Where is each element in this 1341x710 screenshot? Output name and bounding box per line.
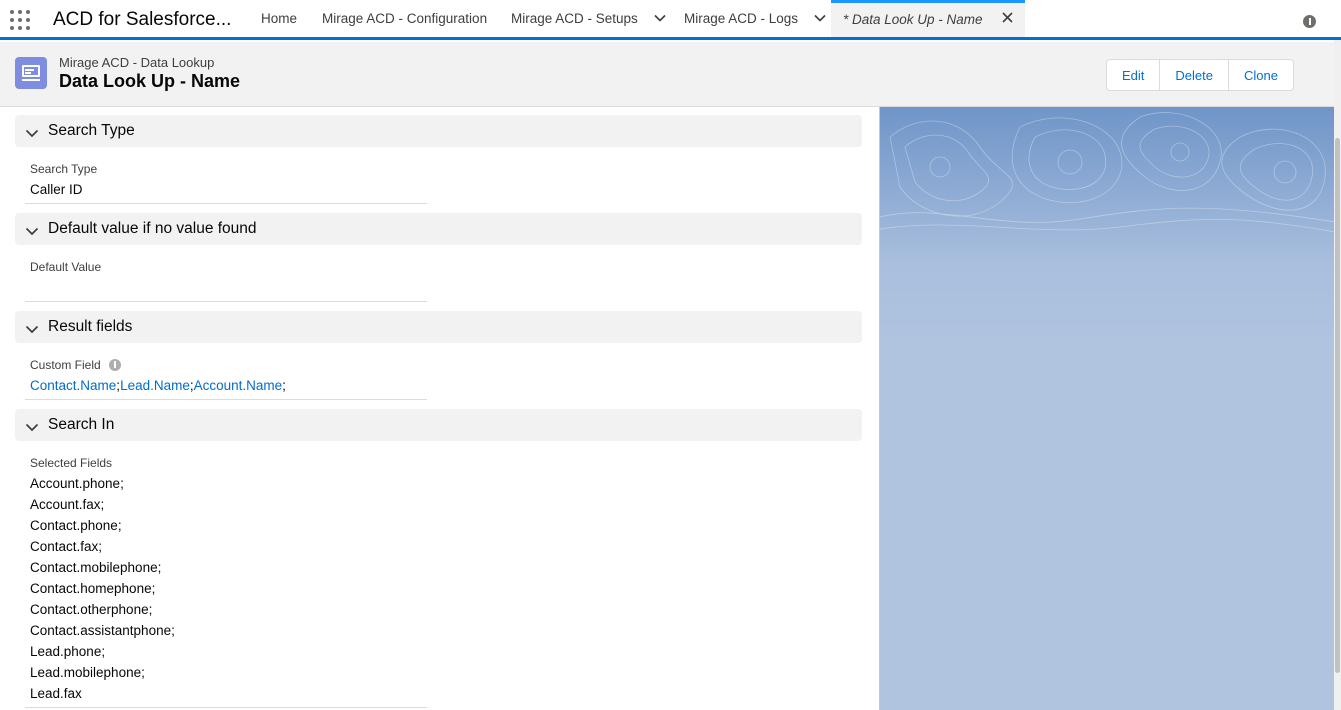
record-actions: Edit Delete Clone xyxy=(1106,59,1294,91)
section-title: Search In xyxy=(48,416,115,433)
field-value: Contact.Name;Lead.Name;Account.Name; xyxy=(30,378,286,393)
tab-data-look-up-name[interactable]: * Data Look Up - Name xyxy=(831,0,1026,37)
section-search-type[interactable]: Search Type xyxy=(15,115,862,147)
chevron-down-icon[interactable] xyxy=(654,0,666,37)
nav-item-setups[interactable]: Mirage ACD - Setups xyxy=(511,0,666,37)
object-type-label: Mirage ACD - Data Lookup xyxy=(59,55,215,70)
field-label: Default Value xyxy=(30,260,102,274)
data-lookup-object-icon xyxy=(15,57,47,89)
selected-fields-list: Account.phone; Account.fax; Contact.phon… xyxy=(30,473,175,704)
nav-item-label: Mirage ACD - Setups xyxy=(511,11,638,26)
record-detail: Search Type Search Type Caller ID Defaul… xyxy=(0,107,879,710)
app-name: ACD for Salesforce... xyxy=(53,9,232,30)
selected-fields-field: Selected Fields Account.phone; Account.f… xyxy=(25,449,427,708)
side-panel-background xyxy=(879,107,1334,710)
page-scrollbar-thumb[interactable] xyxy=(1335,138,1340,673)
field-label: Search Type xyxy=(30,162,98,176)
list-item: Lead.mobilephone; xyxy=(30,665,145,680)
list-item: Account.fax; xyxy=(30,497,105,512)
help-info-icon[interactable] xyxy=(108,358,121,371)
link-lead-name[interactable]: Lead.Name xyxy=(120,378,190,393)
section-title: Default value if no value found xyxy=(48,220,257,237)
top-navigation: ACD for Salesforce... Home Mirage ACD - … xyxy=(0,0,1341,40)
link-account-name[interactable]: Account.Name xyxy=(194,378,283,393)
list-item: Contact.otherphone; xyxy=(30,602,153,617)
field-label: Selected Fields xyxy=(30,456,113,470)
list-item: Contact.phone; xyxy=(30,518,122,533)
list-item: Lead.phone; xyxy=(30,644,106,659)
info-icon[interactable] xyxy=(1303,15,1316,28)
nav-item-label: Mirage ACD - Logs xyxy=(684,11,799,26)
delete-button[interactable]: Delete xyxy=(1160,60,1229,90)
list-item: Account.phone; xyxy=(30,476,124,491)
chevron-down-icon xyxy=(25,321,39,339)
section-title: Result fields xyxy=(48,318,133,335)
clone-button[interactable]: Clone xyxy=(1228,60,1293,90)
link-contact-name[interactable]: Contact.Name xyxy=(30,378,116,393)
tab-label: * Data Look Up - Name xyxy=(843,12,983,27)
page-title: Data Look Up - Name xyxy=(59,71,241,91)
nav-item-label: Home xyxy=(261,11,298,26)
section-default-value[interactable]: Default value if no value found xyxy=(15,213,862,245)
list-item: Contact.homephone; xyxy=(30,581,156,596)
app-launcher-icon[interactable] xyxy=(8,8,32,32)
section-result-fields[interactable]: Result fields xyxy=(15,311,862,343)
search-type-field: Search Type Caller ID xyxy=(25,155,427,204)
section-title: Search Type xyxy=(48,122,135,139)
nav-item-label: Mirage ACD - Configuration xyxy=(322,11,488,26)
record-header: Mirage ACD - Data Lookup Data Look Up - … xyxy=(0,42,1334,107)
list-item: Lead.fax xyxy=(30,686,82,701)
separator: ; xyxy=(282,378,286,393)
chevron-down-icon xyxy=(25,223,39,241)
default-value-field: Default Value xyxy=(25,253,427,302)
field-label: Custom Field xyxy=(30,358,121,372)
list-item: Contact.mobilephone; xyxy=(30,560,162,575)
list-item: Contact.assistantphone; xyxy=(30,623,175,638)
chevron-down-icon xyxy=(25,125,39,143)
field-value: Caller ID xyxy=(30,182,83,197)
chevron-down-icon[interactable] xyxy=(814,0,826,37)
close-icon[interactable] xyxy=(1002,2,1013,36)
topographic-pattern xyxy=(880,112,1334,233)
chevron-down-icon xyxy=(25,419,39,437)
nav-item-logs[interactable]: Mirage ACD - Logs xyxy=(684,0,826,37)
section-search-in[interactable]: Search In xyxy=(15,409,862,441)
custom-field-field: Custom Field Contact.Name;Lead.Name;Acco… xyxy=(25,351,427,400)
list-item: Contact.fax; xyxy=(30,539,103,554)
edit-button[interactable]: Edit xyxy=(1107,60,1161,90)
field-label-text: Custom Field xyxy=(30,358,101,372)
nav-item-configuration[interactable]: Mirage ACD - Configuration xyxy=(322,0,487,37)
nav-item-home[interactable]: Home xyxy=(261,0,297,37)
